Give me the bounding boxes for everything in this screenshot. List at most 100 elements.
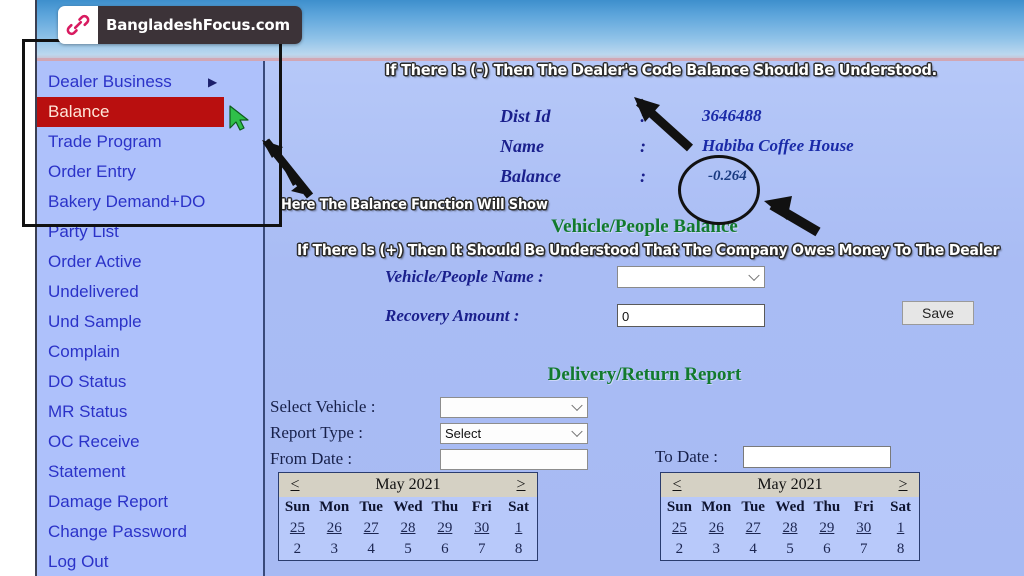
sidebar-item-undelivered[interactable]: Undelivered <box>37 277 263 307</box>
calendar-day-cell[interactable]: 7 <box>463 539 500 560</box>
from-date-row: From Date : <box>270 446 1024 472</box>
sidebar-item-order-active[interactable]: Order Active <box>37 247 263 277</box>
recovery-amount-row: Recovery Amount : 0 <box>385 300 765 331</box>
calendar-week-row: 2345678 <box>279 539 537 560</box>
calendar-day-cell[interactable]: 28 <box>390 518 427 539</box>
report-type-select[interactable]: Select <box>440 422 588 444</box>
calendar-day-cell[interactable]: 3 <box>698 539 735 560</box>
calendar-day-cell[interactable]: 2 <box>661 539 698 560</box>
dealer-info-label: Name <box>500 135 544 156</box>
sidebar-item-change-password[interactable]: Change Password <box>37 517 263 547</box>
calendar-day-header: Fri <box>853 499 874 515</box>
sidebar-item-label: MR Status <box>48 402 128 421</box>
sidebar-item-label: OC Receive <box>48 432 140 451</box>
calendar-day-cell[interactable]: 4 <box>735 539 772 560</box>
calendar-day-cell[interactable]: 2 <box>279 539 316 560</box>
calendar-day-cell[interactable]: 8 <box>882 539 919 560</box>
calendar-month-title: May 2021 <box>757 476 823 493</box>
dealer-info-label: Balance <box>500 165 561 186</box>
sidebar-item-mr-status[interactable]: MR Status <box>37 397 263 427</box>
calendar-next-month-button[interactable]: > <box>887 476 919 494</box>
report-type-row: Report Type : Select <box>270 420 1024 446</box>
calendar-day-headers: Sun Mon Tue Wed Thu Fri Sat <box>661 497 919 518</box>
sidebar-item-do-status[interactable]: DO Status <box>37 367 263 397</box>
annotation-caption-middle: Here The Balance Function Will Show <box>281 197 548 213</box>
sidebar-item-label: Undelivered <box>48 282 139 301</box>
chevron-down-icon <box>571 399 583 412</box>
calendar-day-header: Sun <box>284 499 310 515</box>
sidebar-item-statement[interactable]: Statement <box>37 457 263 487</box>
calendar-day-cell[interactable]: 29 <box>808 518 845 539</box>
to-date-label: To Date : <box>655 447 719 466</box>
calendar-header: < May 2021 > <box>661 473 919 497</box>
vehicle-people-balance-title: Vehicle/People Balance <box>551 216 738 237</box>
dealer-info-row: Dist Id: 3646488 <box>500 101 854 131</box>
chevron-down-icon <box>571 425 583 438</box>
calendar-day-cell[interactable]: 25 <box>661 518 698 539</box>
vehicle-people-name-row: Vehicle/People Name : <box>385 261 765 292</box>
calendar-day-header: Tue <box>359 499 383 515</box>
save-button[interactable]: Save <box>902 301 974 325</box>
from-date-input[interactable] <box>440 448 588 470</box>
calendar-prev-month-button[interactable]: < <box>661 476 693 494</box>
calendar-day-header: Fri <box>471 499 492 515</box>
sidebar-item-label: Log Out <box>48 552 109 571</box>
report-type-label: Report Type : <box>270 423 363 442</box>
calendar-day-cell[interactable]: 29 <box>426 518 463 539</box>
calendar-day-header: Sat <box>890 499 911 515</box>
calendar-day-cell[interactable]: 1 <box>500 518 537 539</box>
calendar-next-month-button[interactable]: > <box>505 476 537 494</box>
calendar-day-header: Wed <box>775 499 805 515</box>
calendar-day-cell[interactable]: 30 <box>845 518 882 539</box>
link-chain-icon <box>58 6 98 44</box>
calendar-week-row: 25 26 27 28 29 30 1 <box>279 518 537 539</box>
calendar-header: < May 2021 > <box>279 473 537 497</box>
calendar-day-header: Sat <box>508 499 529 515</box>
recovery-amount-input[interactable]: 0 <box>617 304 765 327</box>
calendar-day-cell[interactable]: 30 <box>463 518 500 539</box>
calendar-day-cell[interactable]: 26 <box>316 518 353 539</box>
calendar-prev-month-button[interactable]: < <box>279 476 311 494</box>
sidebar-item-label: Complain <box>48 342 120 361</box>
balance-value-circle-annotation <box>678 155 760 225</box>
sidebar-item-und-sample[interactable]: Und Sample <box>37 307 263 337</box>
to-date-input[interactable] <box>743 446 891 468</box>
calendar-day-cell[interactable]: 3 <box>316 539 353 560</box>
calendar-day-cell[interactable]: 4 <box>353 539 390 560</box>
dealer-info-block: Dist Id: 3646488 Name: Habiba Coffee House B… <box>500 101 854 191</box>
from-date-calendar[interactable]: < May 2021 > Sun Mon Tue Wed Thu Fri Sat 25 26 27 28 2… <box>278 472 538 561</box>
to-date-calendar[interactable]: < May 2021 > Sun Mon Tue Wed Thu Fri Sat 25 26 27 28 2… <box>660 472 920 561</box>
sidebar-item-damage-report[interactable]: Damage Report <box>37 487 263 517</box>
sidebar-item-complain[interactable]: Complain <box>37 337 263 367</box>
app-screenshot: Dealer Business ▶ Balance Trade Program Orde… <box>0 0 1024 576</box>
calendar-day-header: Sun <box>666 499 692 515</box>
calendar-day-cell[interactable]: 25 <box>279 518 316 539</box>
calendar-day-header: Wed <box>393 499 423 515</box>
calendar-day-cell[interactable]: 5 <box>390 539 427 560</box>
calendar-day-cell[interactable]: 6 <box>808 539 845 560</box>
calendar-day-header: Thu <box>431 499 459 515</box>
calendar-day-cell[interactable]: 28 <box>772 518 809 539</box>
calendar-day-cell[interactable]: 6 <box>426 539 463 560</box>
calendar-day-cell[interactable]: 1 <box>882 518 919 539</box>
site-logo-text: BangladeshFocus.com <box>98 6 302 44</box>
to-date-row: To Date : <box>655 446 891 468</box>
sidebar-item-log-out[interactable]: Log Out <box>37 547 263 576</box>
annotation-caption-top: If There Is (-) Then The Dealer's Code B… <box>385 61 937 79</box>
calendar-day-cell[interactable]: 27 <box>735 518 772 539</box>
calendar-day-cell[interactable]: 27 <box>353 518 390 539</box>
select-vehicle-select[interactable] <box>440 396 588 418</box>
calendar-day-cell[interactable]: 8 <box>500 539 537 560</box>
sidebar-item-oc-receive[interactable]: OC Receive <box>37 427 263 457</box>
calendar-week-row: 25 26 27 28 29 30 1 <box>661 518 919 539</box>
calendar-day-cell[interactable]: 7 <box>845 539 882 560</box>
vehicle-people-name-select[interactable] <box>617 265 765 288</box>
dealer-info-row: Name: Habiba Coffee House <box>500 131 854 161</box>
calendar-month-title: May 2021 <box>375 476 441 493</box>
report-type-selected-value: Select <box>445 425 482 441</box>
calendar-day-header: Tue <box>741 499 765 515</box>
calendar-day-cell[interactable]: 26 <box>698 518 735 539</box>
sidebar-item-label: Und Sample <box>48 312 142 331</box>
vehicle-people-form: Vehicle/People Name : Recovery Amount : … <box>385 261 765 339</box>
calendar-day-cell[interactable]: 5 <box>772 539 809 560</box>
